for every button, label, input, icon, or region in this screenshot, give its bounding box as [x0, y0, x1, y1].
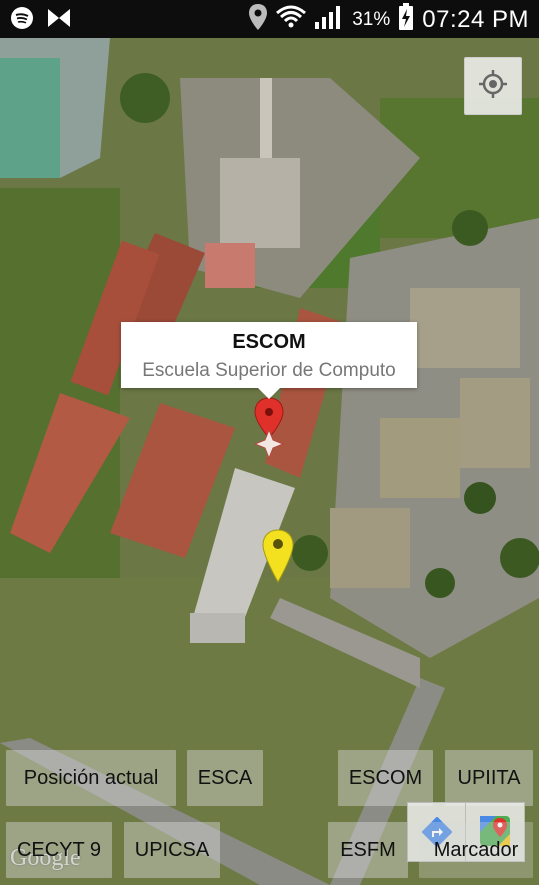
wifi-icon [276, 5, 307, 35]
upiita-button[interactable]: UPIITA [445, 750, 533, 806]
posicion-actual-button[interactable]: Posición actual [6, 750, 176, 806]
info-window-title: ESCOM [232, 331, 306, 353]
red-marker[interactable] [253, 396, 285, 467]
spotify-icon [10, 6, 34, 35]
my-location-button[interactable] [464, 57, 522, 115]
esfm-button[interactable]: ESFM [328, 822, 408, 878]
yellow-marker[interactable] [261, 528, 295, 589]
battery-charging-icon [398, 3, 414, 37]
escom-button[interactable]: ESCOM [338, 750, 433, 806]
info-window[interactable]: ESCOM Escuela Superior de Computo [121, 322, 417, 399]
esca-button[interactable]: ESCA [187, 750, 263, 806]
cecyt9-button[interactable]: CECYT 9 [6, 822, 112, 878]
location-icon [248, 3, 268, 37]
battery-percent: 31% [352, 9, 391, 30]
app-icon [46, 6, 72, 35]
info-window-snippet: Escuela Superior de Computo [142, 360, 396, 381]
marcador-button[interactable]: Marcador [419, 822, 533, 878]
upicsa-button[interactable]: UPICSA [124, 822, 220, 878]
status-bar: 31% 07:24 PM [0, 0, 539, 38]
signal-icon [314, 4, 344, 36]
crosshair-icon [478, 69, 508, 104]
clock: 07:24 PM [422, 6, 529, 33]
